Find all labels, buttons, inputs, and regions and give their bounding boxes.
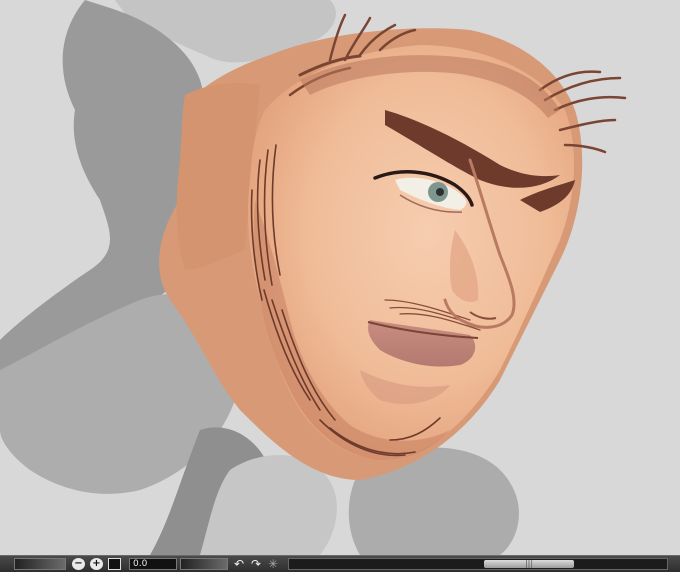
status-bar: − + 0.0 ↶ ↷ ✳ |||: [0, 555, 680, 572]
rotate-left-icon[interactable]: ↶: [232, 558, 246, 570]
scrollbar-thumb[interactable]: |||: [484, 560, 574, 568]
zoom-value-field[interactable]: 0.0: [129, 558, 177, 570]
scrollbar-grip-icon: |||: [524, 559, 534, 568]
zoom-out-icon[interactable]: −: [72, 558, 85, 570]
artwork: [0, 0, 627, 555]
reset-rotation-icon[interactable]: ✳: [266, 558, 280, 570]
drawing-canvas[interactable]: [0, 0, 680, 555]
rotate-right-icon[interactable]: ↷: [249, 558, 263, 570]
zoom-in-icon[interactable]: +: [90, 558, 103, 570]
zoom-slider[interactable]: [180, 558, 228, 570]
horizontal-scrollbar[interactable]: |||: [288, 558, 668, 570]
fit-screen-icon[interactable]: [108, 558, 121, 570]
pupil: [436, 188, 444, 196]
brush-size-slider[interactable]: [14, 558, 66, 570]
